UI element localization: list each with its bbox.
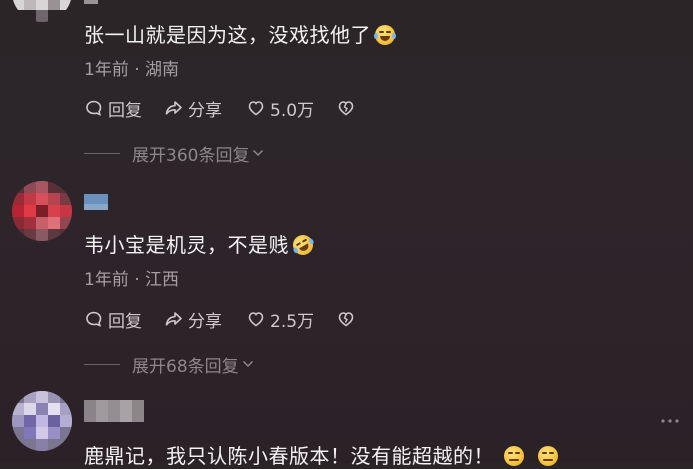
laughing-with-tears-icon bbox=[374, 25, 396, 45]
comment-meta: 1年前 · 湖南 bbox=[84, 55, 179, 80]
reply-icon bbox=[86, 311, 102, 327]
like-button[interactable]: 2.5万 bbox=[246, 307, 315, 332]
avatar[interactable] bbox=[12, 391, 72, 451]
comment-meta: 1年前 · 江西 bbox=[84, 265, 179, 290]
meta-separator: · bbox=[128, 270, 146, 290]
comment-location: 湖南 bbox=[145, 60, 180, 80]
expand-replies-label: 展开68条回复 bbox=[132, 356, 239, 377]
smirk-icon bbox=[538, 446, 558, 466]
heart-icon bbox=[248, 101, 264, 116]
divider-line bbox=[84, 152, 120, 154]
comment-text: 张一山就是因为这，没戏找他了 bbox=[84, 19, 396, 48]
expand-replies-button[interactable]: 展开68条回复 bbox=[84, 353, 255, 377]
divider-line bbox=[84, 363, 120, 365]
dislike-button[interactable] bbox=[336, 96, 360, 120]
share-button[interactable]: 分享 bbox=[164, 307, 222, 332]
username-blurred[interactable] bbox=[84, 194, 144, 218]
username-blurred[interactable] bbox=[84, 400, 144, 424]
share-icon bbox=[165, 312, 182, 326]
reply-label: 回复 bbox=[108, 311, 142, 332]
reply-label: 回复 bbox=[108, 100, 142, 121]
avatar[interactable] bbox=[12, 0, 72, 22]
chevron-down-icon bbox=[242, 360, 253, 368]
reply-button[interactable]: 回复 bbox=[84, 96, 142, 121]
broken-heart-icon bbox=[338, 312, 354, 327]
comment-time: 1年前 bbox=[84, 60, 129, 80]
smirk-icon bbox=[504, 446, 524, 466]
comment-time: 1年前 bbox=[84, 270, 129, 290]
share-icon bbox=[165, 101, 182, 115]
rolling-laughing-icon bbox=[289, 231, 317, 259]
heart-icon bbox=[248, 312, 264, 327]
comment-location: 江西 bbox=[145, 270, 180, 290]
comment-text: 韦小宝是机灵，不是贱 bbox=[84, 229, 317, 259]
expand-replies-button[interactable]: 展开360条回复 bbox=[84, 142, 265, 166]
expand-replies-label: 展开360条回复 bbox=[132, 145, 250, 166]
avatar[interactable] bbox=[12, 181, 72, 241]
meta-separator: · bbox=[128, 60, 146, 80]
comment-text: 鹿鼎记，我只认陈小春版本！没有能超越的！ bbox=[84, 440, 558, 469]
share-label: 分享 bbox=[188, 100, 222, 121]
username-blurred[interactable] bbox=[84, 0, 144, 18]
broken-heart-icon bbox=[338, 101, 354, 116]
more-options-icon[interactable] bbox=[661, 419, 679, 423]
reply-icon bbox=[86, 100, 102, 116]
dislike-button[interactable] bbox=[336, 307, 360, 331]
share-button[interactable]: 分享 bbox=[164, 96, 222, 121]
share-label: 分享 bbox=[188, 311, 222, 332]
reply-button[interactable]: 回复 bbox=[84, 307, 142, 332]
chevron-down-icon bbox=[253, 149, 264, 157]
like-count: 5.0万 bbox=[270, 100, 315, 121]
like-count: 2.5万 bbox=[270, 311, 315, 332]
like-button[interactable]: 5.0万 bbox=[246, 96, 315, 121]
